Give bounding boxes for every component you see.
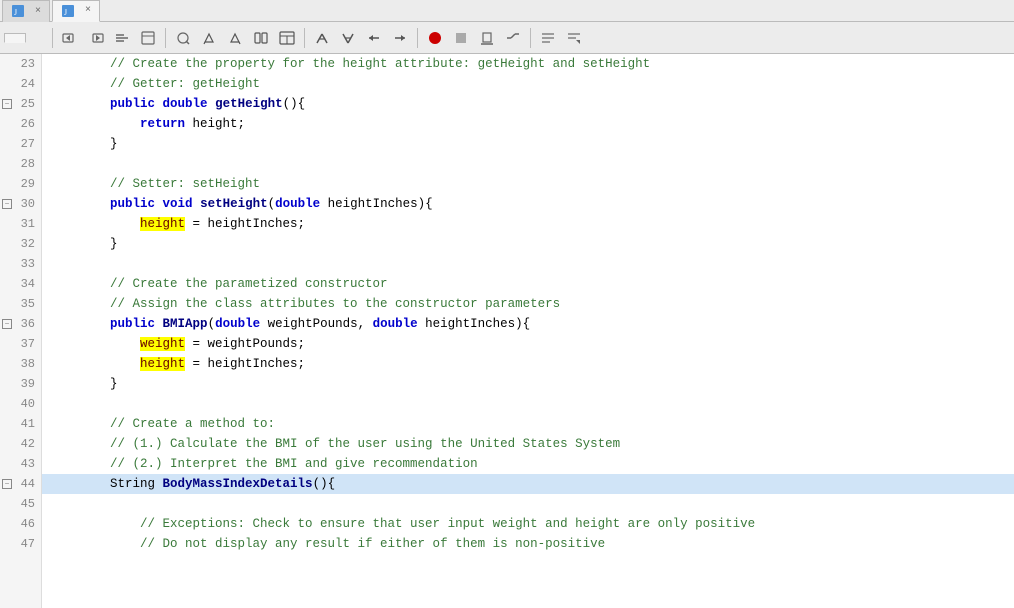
editor: 2324−2526272829−303132333435−36373839404… xyxy=(0,54,1014,608)
line-number-47: 47 xyxy=(0,534,41,554)
code-line-28 xyxy=(42,154,1014,174)
line-number-44: −44 xyxy=(0,474,41,494)
line-number-39: 39 xyxy=(0,374,41,394)
line-number-25: −25 xyxy=(0,94,41,114)
line-number-37: 37 xyxy=(0,334,41,354)
toolbar-btn-3[interactable] xyxy=(110,26,134,50)
line-number-43: 43 xyxy=(0,454,41,474)
tab-bar: J × J × xyxy=(0,0,1014,22)
line-number-36: −36 xyxy=(0,314,41,334)
code-line-32: } xyxy=(42,234,1014,254)
code-line-47: // Do not display any result if either o… xyxy=(42,534,1014,554)
code-line-44: String BodyMassIndexDetails(){ xyxy=(42,474,1014,494)
line-number-42: 42 xyxy=(0,434,41,454)
separator-3 xyxy=(304,28,305,48)
code-line-35: // Assign the class attributes to the co… xyxy=(42,294,1014,314)
toolbar-btn-11[interactable] xyxy=(336,26,360,50)
line-number-45: 45 xyxy=(0,494,41,514)
code-line-45 xyxy=(42,494,1014,514)
line-number-35: 35 xyxy=(0,294,41,314)
line-number-24: 24 xyxy=(0,74,41,94)
tab-bmiapp-close[interactable]: × xyxy=(85,5,91,16)
fold-icon-36[interactable]: − xyxy=(2,319,12,329)
toolbar-btn-13[interactable] xyxy=(388,26,412,50)
toolbar-btn-12[interactable] xyxy=(362,26,386,50)
fold-icon-30[interactable]: − xyxy=(2,199,12,209)
code-line-43: // (2.) Interpret the BMI and give recom… xyxy=(42,454,1014,474)
toolbar-btn-6[interactable] xyxy=(197,26,221,50)
toolbar-btn-5[interactable] xyxy=(171,26,195,50)
code-line-24: // Getter: getHeight xyxy=(42,74,1014,94)
code-line-26: return height; xyxy=(42,114,1014,134)
code-line-39: } xyxy=(42,374,1014,394)
line-number-32: 32 xyxy=(0,234,41,254)
code-line-42: // (1.) Calculate the BMI of the user us… xyxy=(42,434,1014,454)
separator-2 xyxy=(165,28,166,48)
separator-5 xyxy=(530,28,531,48)
line-number-34: 34 xyxy=(0,274,41,294)
code-line-23: // Create the property for the height at… xyxy=(42,54,1014,74)
line-number-40: 40 xyxy=(0,394,41,414)
code-line-36: public BMIApp(double weightPounds, doubl… xyxy=(42,314,1014,334)
tab-bmiapplication[interactable]: J × xyxy=(2,0,50,22)
code-line-46: // Exceptions: Check to ensure that user… xyxy=(42,514,1014,534)
line-number-28: 28 xyxy=(0,154,41,174)
toolbar-btn-16[interactable] xyxy=(536,26,560,50)
code-line-34: // Create the parametized constructor xyxy=(42,274,1014,294)
line-number-41: 41 xyxy=(0,414,41,434)
line-number-33: 33 xyxy=(0,254,41,274)
separator-1 xyxy=(52,28,53,48)
toolbar-btn-8[interactable] xyxy=(249,26,273,50)
toolbar xyxy=(0,22,1014,54)
fold-icon-25[interactable]: − xyxy=(2,99,12,109)
svg-text:J: J xyxy=(14,8,17,17)
line-number-30: −30 xyxy=(0,194,41,214)
line-number-26: 26 xyxy=(0,114,41,134)
line-number-46: 46 xyxy=(0,514,41,534)
toolbar-btn-10[interactable] xyxy=(310,26,334,50)
code-line-40 xyxy=(42,394,1014,414)
fold-icon-44[interactable]: − xyxy=(2,479,12,489)
line-numbers: 2324−2526272829−303132333435−36373839404… xyxy=(0,54,42,608)
code-content[interactable]: // Create the property for the height at… xyxy=(42,54,1014,608)
code-line-38: height = heightInches; xyxy=(42,354,1014,374)
toolbar-btn-4[interactable] xyxy=(136,26,160,50)
toolbar-btn-stop[interactable] xyxy=(449,26,473,50)
toolbar-btn-14[interactable] xyxy=(475,26,499,50)
tab-bmiapplication-close[interactable]: × xyxy=(35,6,41,17)
toolbar-btn-9[interactable] xyxy=(275,26,299,50)
line-number-29: 29 xyxy=(0,174,41,194)
code-line-31: height = heightInches; xyxy=(42,214,1014,234)
toolbar-btn-7[interactable] xyxy=(223,26,247,50)
code-line-37: weight = weightPounds; xyxy=(42,334,1014,354)
java-icon: J xyxy=(11,4,25,18)
tab-bmiapp[interactable]: J × xyxy=(52,0,100,22)
toolbar-btn-2[interactable] xyxy=(84,26,108,50)
toolbar-btn-run[interactable] xyxy=(423,26,447,50)
code-line-30: public void setHeight(double heightInche… xyxy=(42,194,1014,214)
code-line-33 xyxy=(42,254,1014,274)
line-number-23: 23 xyxy=(0,54,41,74)
svg-text:J: J xyxy=(64,8,67,17)
line-number-27: 27 xyxy=(0,134,41,154)
line-number-38: 38 xyxy=(0,354,41,374)
toolbar-btn-17[interactable] xyxy=(562,26,586,50)
java-icon-2: J xyxy=(61,4,75,18)
separator-4 xyxy=(417,28,418,48)
code-line-41: // Create a method to: xyxy=(42,414,1014,434)
source-tab[interactable] xyxy=(4,33,26,43)
code-line-27: } xyxy=(42,134,1014,154)
code-line-25: public double getHeight(){ xyxy=(42,94,1014,114)
line-number-31: 31 xyxy=(0,214,41,234)
toolbar-btn-15[interactable] xyxy=(501,26,525,50)
history-tab[interactable] xyxy=(26,33,48,43)
toolbar-btn-1[interactable] xyxy=(58,26,82,50)
code-line-29: // Setter: setHeight xyxy=(42,174,1014,194)
